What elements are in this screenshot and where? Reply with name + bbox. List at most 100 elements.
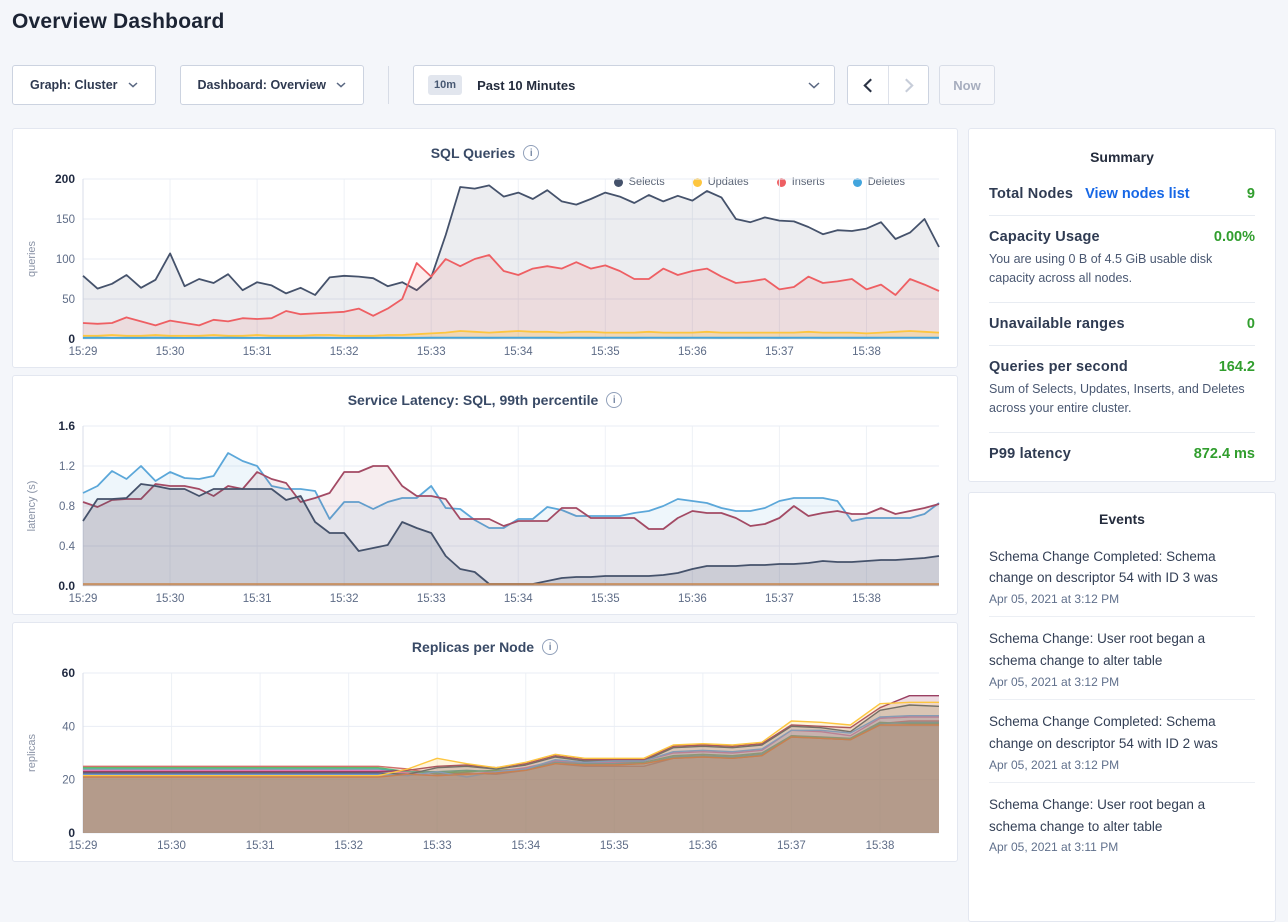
dashboard-dropdown-label: Dashboard: Overview [198, 78, 327, 92]
chevron-down-icon [808, 82, 820, 89]
summary-label: Total Nodes [989, 186, 1073, 202]
info-icon[interactable]: i [542, 639, 558, 655]
toolbar: Graph: Cluster Dashboard: Overview 10m P… [12, 65, 995, 105]
svg-text:60: 60 [62, 666, 76, 680]
svg-text:0.4: 0.4 [59, 541, 76, 553]
now-button[interactable]: Now [939, 65, 995, 105]
prev-range-button[interactable] [848, 66, 888, 104]
summary-label: Unavailable ranges [989, 316, 1125, 332]
dashboard-dropdown[interactable]: Dashboard: Overview [180, 65, 365, 105]
view-nodes-list-link[interactable]: View nodes list [1085, 186, 1190, 202]
charts-column: SQL Queries i SelectsUpdatesInsertsDelet… [12, 128, 958, 862]
event-text: Schema Change: User root began a schema … [989, 628, 1255, 672]
summary-panel: Summary Total Nodes View nodes list 9 Ca… [968, 128, 1276, 482]
svg-text:50: 50 [62, 294, 75, 306]
event-date: Apr 05, 2021 at 3:12 PM [989, 758, 1255, 772]
svg-text:15:37: 15:37 [777, 840, 806, 852]
summary-value: 164.2 [1219, 359, 1255, 375]
svg-text:15:30: 15:30 [156, 346, 185, 358]
event-text: Schema Change Completed: Schema change o… [989, 711, 1255, 755]
svg-text:15:32: 15:32 [330, 346, 359, 358]
graph-dropdown[interactable]: Graph: Cluster [12, 65, 156, 105]
chart-title: Service Latency: SQL, 99th percentile [348, 392, 599, 408]
svg-text:15:38: 15:38 [852, 593, 881, 605]
svg-text:15:29: 15:29 [69, 593, 98, 605]
svg-text:15:36: 15:36 [678, 346, 707, 358]
svg-text:150: 150 [56, 214, 75, 226]
summary-value: 0.00% [1214, 229, 1255, 245]
service-latency-card: Service Latency: SQL, 99th percentile i … [12, 375, 958, 615]
time-range-picker[interactable]: 10m Past 10 Minutes [413, 65, 835, 105]
chart-title: Replicas per Node [412, 639, 534, 655]
svg-text:0: 0 [68, 826, 75, 840]
range-label: Past 10 Minutes [477, 78, 808, 93]
sql-queries-chart[interactable]: 05010015020015:2915:3015:3115:3215:3315:… [21, 171, 951, 363]
chevron-down-icon [128, 82, 138, 88]
toolbar-divider [388, 66, 389, 104]
event-text: Schema Change Completed: Schema change o… [989, 546, 1255, 590]
summary-row-capacity-usage: Capacity Usage 0.00% You are using 0 B o… [989, 216, 1255, 303]
chevron-left-icon [863, 78, 873, 93]
info-icon[interactable]: i [523, 145, 539, 161]
svg-text:15:38: 15:38 [866, 840, 895, 852]
svg-text:15:34: 15:34 [504, 346, 533, 358]
summary-row-queries-per-second: Queries per second 164.2 Sum of Selects,… [989, 346, 1255, 433]
svg-text:15:30: 15:30 [157, 840, 186, 852]
side-column: Summary Total Nodes View nodes list 9 Ca… [968, 128, 1276, 922]
summary-label: Capacity Usage [989, 229, 1100, 245]
replicas-per-node-card: Replicas per Node i 0 20 40 60 15:29 15:30 15:… [12, 622, 958, 862]
events-panel: Events Schema Change Completed: Schema c… [968, 492, 1276, 922]
svg-text:15:33: 15:33 [417, 593, 446, 605]
event-text: Schema Change: User root began a schema … [989, 794, 1255, 838]
service-latency-chart[interactable]: 0.00.40.81.21.615:2915:3015:3115:3215:33… [21, 418, 951, 610]
event-item: Schema Change Completed: Schema change o… [989, 700, 1255, 783]
svg-text:20: 20 [62, 775, 75, 787]
svg-text:replicas: replicas [26, 734, 38, 772]
summary-label: P99 latency [989, 446, 1071, 462]
svg-text:200: 200 [55, 172, 75, 186]
svg-text:latency (s): latency (s) [26, 481, 38, 532]
svg-text:15:38: 15:38 [852, 346, 881, 358]
overview-dashboard-page: Overview Dashboard Graph: Cluster Dashbo… [0, 0, 1288, 868]
svg-text:15:33: 15:33 [417, 346, 446, 358]
info-icon[interactable]: i [606, 392, 622, 408]
summary-description: Sum of Selects, Updates, Inserts, and De… [989, 380, 1255, 419]
svg-text:15:31: 15:31 [246, 840, 275, 852]
summary-row-unavailable-ranges: Unavailable ranges 0 [989, 303, 1255, 346]
svg-text:40: 40 [62, 721, 75, 733]
svg-text:15:34: 15:34 [504, 593, 533, 605]
svg-text:0.0: 0.0 [58, 579, 75, 593]
graph-dropdown-label: Graph: Cluster [30, 78, 118, 92]
chevron-right-icon [904, 78, 914, 93]
replicas-per-node-chart[interactable]: 020406015:2915:3015:3115:3215:3315:3415:… [21, 665, 951, 857]
next-range-button[interactable] [888, 66, 928, 104]
summary-value: 0 [1247, 316, 1255, 332]
summary-row-total-nodes: Total Nodes View nodes list 9 [989, 173, 1255, 216]
svg-text:15:29: 15:29 [69, 346, 98, 358]
time-nav-group [847, 65, 929, 105]
svg-text:15:32: 15:32 [334, 840, 363, 852]
svg-text:0.8: 0.8 [59, 501, 75, 513]
event-date: Apr 05, 2021 at 3:11 PM [989, 840, 1255, 854]
svg-text:15:35: 15:35 [591, 346, 620, 358]
page-title: Overview Dashboard [12, 10, 225, 34]
summary-description: You are using 0 B of 4.5 GiB usable disk… [989, 250, 1255, 289]
svg-text:15:35: 15:35 [600, 840, 629, 852]
event-date: Apr 05, 2021 at 3:12 PM [989, 675, 1255, 689]
svg-text:15:30: 15:30 [156, 593, 185, 605]
svg-text:0: 0 [68, 332, 75, 346]
chevron-down-icon [336, 82, 346, 88]
svg-text:15:34: 15:34 [511, 840, 540, 852]
event-item: Schema Change Completed: Schema change o… [989, 535, 1255, 618]
svg-text:15:29: 15:29 [69, 840, 98, 852]
summary-value: 872.4 ms [1194, 446, 1255, 462]
svg-text:15:36: 15:36 [678, 593, 707, 605]
svg-text:15:36: 15:36 [688, 840, 717, 852]
events-title: Events [989, 507, 1255, 535]
event-date: Apr 05, 2021 at 3:12 PM [989, 592, 1255, 606]
svg-text:15:37: 15:37 [765, 593, 794, 605]
svg-text:queries: queries [26, 240, 38, 277]
summary-value: 9 [1247, 186, 1255, 202]
summary-label: Queries per second [989, 359, 1128, 375]
svg-text:15:32: 15:32 [330, 593, 359, 605]
